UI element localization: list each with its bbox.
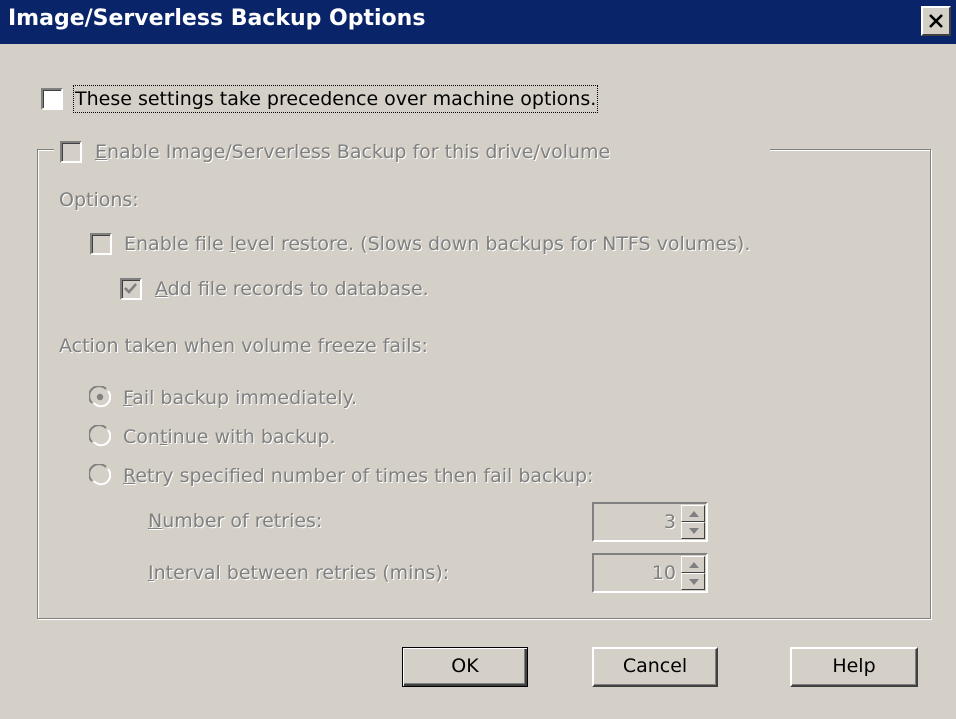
backup-options-dialog: Image/Serverless Backup Options These se… — [0, 0, 956, 719]
precedence-label[interactable]: These settings take precedence over mach… — [72, 85, 599, 113]
interval-between-retries-value: 10 — [651, 562, 676, 584]
interval-between-retries-label: Interval between retries (mins): — [148, 562, 450, 584]
title-bar[interactable]: Image/Serverless Backup Options — [0, 0, 956, 44]
add-file-records-label: Add file records to database. — [155, 278, 429, 300]
close-button[interactable] — [921, 6, 951, 36]
radio-retry-then-fail[interactable] — [88, 463, 112, 486]
spin-up-button[interactable] — [681, 505, 705, 522]
spin-down-button[interactable] — [681, 573, 705, 590]
radio-fail-immediately[interactable] — [88, 385, 112, 408]
image-backup-groupbox — [37, 149, 931, 619]
interval-between-retries-spinner[interactable]: 10 — [592, 553, 708, 593]
radio-retry-then-fail-label: Retry specified number of times then fai… — [123, 465, 594, 487]
window-title: Image/Serverless Backup Options — [8, 6, 426, 31]
radio-continue-backup-label: Continue with backup. — [123, 426, 336, 448]
enable-image-backup-checkbox[interactable] — [60, 141, 82, 163]
radio-continue-backup[interactable] — [88, 424, 112, 447]
help-button[interactable]: Help — [790, 647, 918, 687]
cancel-button[interactable]: Cancel — [592, 647, 718, 687]
action-label: Action taken when volume freeze fails: — [59, 335, 428, 357]
spin-down-button[interactable] — [681, 522, 705, 539]
radio-fail-immediately-label: Fail backup immediately. — [123, 387, 358, 409]
spin-up-button[interactable] — [681, 556, 705, 573]
ok-button[interactable]: OK — [402, 647, 528, 687]
file-level-restore-label: Enable file level restore. (Slows down b… — [124, 233, 751, 255]
options-label: Options: — [59, 189, 139, 211]
file-level-restore-checkbox[interactable] — [90, 233, 112, 255]
number-of-retries-spinner[interactable]: 3 — [592, 502, 708, 542]
number-of-retries-value: 3 — [663, 511, 676, 533]
precedence-checkbox[interactable] — [41, 88, 63, 110]
number-of-retries-label: Number of retries: — [148, 510, 323, 532]
add-file-records-checkbox[interactable] — [120, 278, 142, 300]
enable-image-backup-label: Enable Image/Serverless Backup for this … — [95, 141, 611, 163]
